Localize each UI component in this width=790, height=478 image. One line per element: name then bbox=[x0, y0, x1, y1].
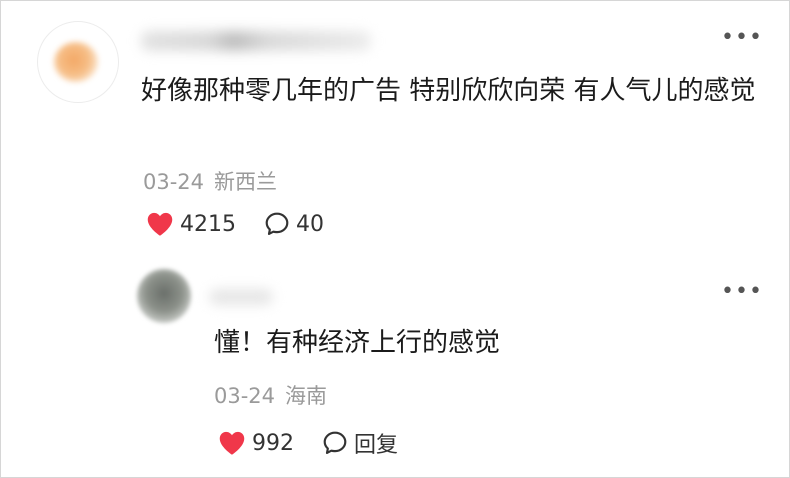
comment-bubble-icon bbox=[323, 431, 347, 455]
reply-text: 懂！有种经济上行的感觉 bbox=[214, 328, 501, 358]
comment-location: 新西兰 bbox=[214, 170, 278, 194]
reply-actions: 992 回复 bbox=[218, 427, 398, 459]
comment-date: 03-24 bbox=[143, 170, 205, 194]
reply-button[interactable]: 回复 bbox=[322, 427, 398, 459]
like-button[interactable]: 4215 bbox=[146, 211, 236, 237]
heart-icon bbox=[219, 431, 245, 455]
reply-like-button[interactable]: 992 bbox=[218, 430, 294, 456]
reply-avatar[interactable] bbox=[137, 269, 191, 323]
more-dots-icon[interactable]: ••• bbox=[721, 27, 763, 49]
avatar-image bbox=[54, 42, 98, 82]
comment-card: ••• 好像那种零几年的广告 特别欣欣向荣 有人气儿的感觉 03-24 新西兰 4… bbox=[0, 0, 790, 478]
username-blurred[interactable] bbox=[141, 31, 371, 51]
reply-count: 40 bbox=[296, 211, 324, 237]
reply-label: 回复 bbox=[354, 433, 399, 458]
reply-username-blurred[interactable] bbox=[209, 289, 273, 305]
comment-meta: 03-24 新西兰 bbox=[143, 166, 277, 196]
reply-count-button[interactable]: 40 bbox=[264, 211, 324, 237]
reply-date: 03-24 bbox=[214, 384, 276, 408]
comment-actions: 4215 40 bbox=[146, 211, 324, 237]
reply-meta: 03-24 海南 bbox=[214, 380, 327, 410]
avatar[interactable] bbox=[37, 21, 119, 103]
comment-text: 好像那种零几年的广告 特别欣欣向荣 有人气儿的感觉 bbox=[141, 76, 756, 106]
reply-location: 海南 bbox=[285, 384, 328, 408]
heart-icon bbox=[147, 212, 173, 236]
more-dots-icon[interactable]: ••• bbox=[721, 281, 763, 303]
like-count: 4215 bbox=[180, 211, 236, 237]
comment-bubble-icon bbox=[265, 212, 289, 236]
reply-like-count: 992 bbox=[252, 430, 294, 456]
